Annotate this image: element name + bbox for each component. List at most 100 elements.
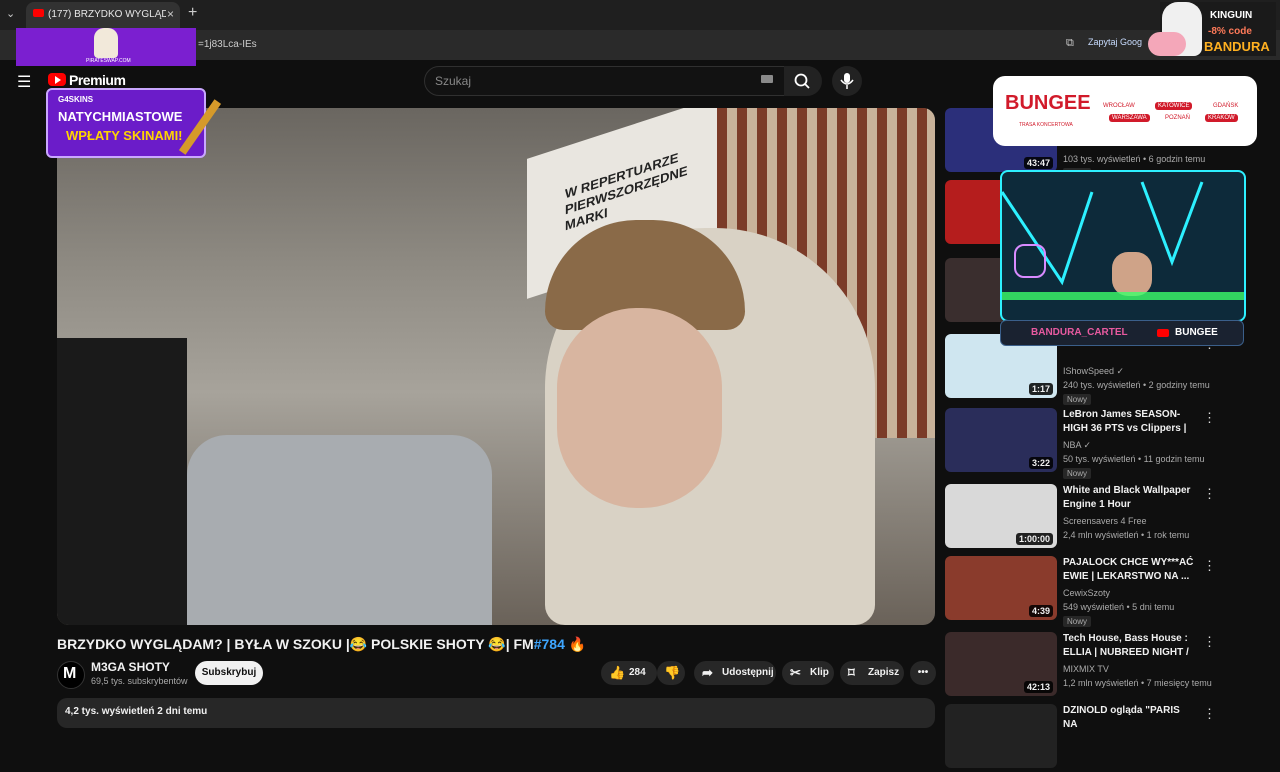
skins-brand: G4SKINS	[58, 95, 94, 104]
youtube-logo-icon[interactable]	[48, 73, 66, 86]
recommendation-meta: 1,2 mln wyświetleń • 7 miesięcy temu	[1063, 678, 1212, 688]
instagram-handle: BANDURA_CARTEL	[1031, 327, 1128, 338]
tab-search-icon[interactable]: ⌄	[6, 7, 15, 20]
recommendation-title[interactable]: White and Black Wallpaper Engine 1 Hour	[1063, 484, 1195, 512]
new-badge: Nowy	[1063, 394, 1092, 405]
ask-google-button[interactable]: Zapytaj Goog	[1088, 37, 1142, 47]
city-label: KRAKÓW	[1205, 114, 1238, 122]
like-count: 284	[629, 667, 646, 678]
browser-tabbar: ⌄ (177) BRZYDKO WYGLĄDAM? | × +	[0, 0, 1280, 30]
thumbs-down-icon: 👎	[664, 665, 681, 680]
recommendation-channel[interactable]: CewixSzoty	[1063, 588, 1110, 598]
recommendation-thumbnail[interactable]: 42:13	[945, 632, 1057, 696]
subscribe-button[interactable]: Subskrybuj	[195, 661, 263, 685]
city-label: WROCŁAW	[1103, 103, 1135, 109]
recommendation-thumbnail[interactable]: 4:39	[945, 556, 1057, 620]
clip-button[interactable]: ✂ Klip	[782, 661, 834, 685]
video-person-face	[557, 308, 722, 508]
scissors-icon: ✂	[790, 665, 801, 680]
pirateswap-overlay: PIRATESWAP.COM	[16, 28, 196, 66]
url-text[interactable]: =1j83Lca-IEs	[198, 39, 257, 50]
recommendation-item[interactable]: 42:13 Tech House, Bass House : ELLIA | NU…	[945, 632, 1216, 700]
channel-name[interactable]: M3GA SHOTY	[91, 660, 170, 674]
more-options-icon[interactable]: ⋮	[1203, 410, 1216, 426]
close-tab-icon[interactable]: ×	[167, 7, 174, 21]
city-label: POZNAŃ	[1165, 115, 1191, 121]
recommendation-title[interactable]: DZINOLD ogląda "PARIS NA	[1063, 704, 1195, 732]
neon-green-bar	[1002, 292, 1244, 300]
bungee-tour-overlay: BUNGEE TRASA KONCERTOWA WROCŁAW KATOWICE…	[993, 76, 1257, 146]
discount-text: -8% code	[1208, 26, 1252, 37]
recommendation-meta: 50 tys. wyświetleń • 11 godzin temu	[1063, 454, 1205, 464]
webcam-overlay	[1000, 170, 1246, 322]
duration-badge: 42:13	[1023, 681, 1053, 693]
recommendation-item[interactable]: 3:22 LeBron James SEASON-HIGH 36 PTS vs C…	[945, 408, 1216, 479]
dislike-button[interactable]: 👎	[657, 661, 685, 685]
search-input[interactable]: Szukaj	[424, 66, 786, 96]
recommendation-thumbnail[interactable]: 3:22	[945, 408, 1057, 472]
youtube-favicon-icon	[33, 9, 44, 17]
duration-badge: 43:47	[1023, 157, 1053, 169]
video-player[interactable]: W REPERTUARZE PIERWSZORZĘDNE MARKI	[57, 108, 935, 625]
recommendation-thumbnail[interactable]: 1:00:00	[945, 484, 1057, 548]
video-perforated-panel	[57, 338, 187, 625]
more-options-icon[interactable]: ⋮	[1203, 486, 1216, 502]
duration-badge: 3:22	[1028, 457, 1053, 469]
more-actions-button[interactable]: •••	[910, 661, 936, 685]
hashtag-link[interactable]: #784	[534, 636, 565, 652]
recommendation-item[interactable]: 4:39 PAJALOCK CHCE WY***AĆ EWIE | LEKARST…	[945, 556, 1216, 627]
recommendation-title[interactable]: LeBron James SEASON-HIGH 36 PTS vs Clipp…	[1063, 408, 1195, 436]
youtube-premium-label[interactable]: Premium	[69, 72, 126, 88]
video-chair	[187, 435, 492, 625]
menu-icon[interactable]: ☰	[17, 72, 31, 92]
more-options-icon[interactable]: ⋮	[1203, 634, 1216, 650]
bungee-subtitle: TRASA KONCERTOWA	[1019, 122, 1073, 128]
kinguin-ad-overlay: KINGUIN -8% code BANDURA	[1148, 2, 1276, 56]
video-title: BRZYDKO WYGLĄDAM? | BYŁA W SZOKU |😂 POLS…	[57, 636, 587, 652]
duration-badge: 4:39	[1028, 605, 1053, 617]
recommendation-title[interactable]: Tech House, Bass House : ELLIA | NUBREED…	[1063, 632, 1195, 660]
bookmark-icon: ⌑	[848, 665, 855, 680]
streamer-face	[1112, 252, 1152, 296]
new-badge: Nowy	[1063, 616, 1092, 627]
city-label: WARSZAWA	[1109, 114, 1150, 122]
search-placeholder: Szukaj	[435, 74, 472, 88]
browser-tab[interactable]: (177) BRZYDKO WYGLĄDAM? | ×	[26, 2, 180, 28]
duration-badge: 1:00:00	[1015, 533, 1053, 545]
discount-code: BANDURA	[1204, 39, 1270, 54]
new-tab-button[interactable]: +	[188, 4, 197, 22]
search-button[interactable]	[784, 66, 822, 96]
recommendation-item[interactable]: 1:00:00 White and Black Wallpaper Engine …	[945, 484, 1216, 552]
save-button[interactable]: ⌑ Zapisz	[840, 661, 904, 685]
recommendation-meta: 103 tys. wyświetleń • 6 godzin temu	[1063, 154, 1206, 164]
more-options-icon[interactable]: ⋮	[1203, 558, 1216, 574]
microphone-icon	[840, 73, 854, 89]
skins-line-1: NATYCHMIASTOWE	[58, 109, 183, 124]
recommendation-channel[interactable]: MIXMIX TV	[1063, 664, 1109, 674]
streamer-logo-icon	[1014, 244, 1046, 278]
new-badge: Nowy	[1063, 468, 1092, 479]
description-box[interactable]: 4,2 tys. wyświetleń 2 dni temu	[57, 698, 935, 728]
recommendation-channel[interactable]: Screensavers 4 Free	[1063, 516, 1147, 526]
views-and-date: 4,2 tys. wyświetleń 2 dni temu	[65, 706, 208, 717]
youtube-small-icon	[1157, 329, 1169, 337]
pig-mascot-icon	[1148, 32, 1186, 56]
recommendation-thumbnail[interactable]	[945, 704, 1057, 768]
channel-avatar[interactable]: M	[57, 661, 85, 689]
recommendation-meta: 240 tys. wyświetleń • 2 godziny temu	[1063, 380, 1210, 390]
thumbs-up-icon: 👍	[609, 665, 626, 680]
share-button[interactable]: ➦ Udostępnij	[694, 661, 776, 685]
social-handles-overlay: BANDURA_CARTEL BUNGEE	[1000, 320, 1244, 346]
voice-search-button[interactable]	[832, 66, 862, 96]
keyboard-icon[interactable]	[761, 75, 773, 83]
mascot-bird-icon	[94, 28, 118, 58]
recommendation-title[interactable]: PAJALOCK CHCE WY***AĆ EWIE | LEKARSTWO N…	[1063, 556, 1195, 584]
recommendation-channel[interactable]: IShowSpeed ✓	[1063, 366, 1124, 377]
search-icon	[794, 73, 810, 89]
recommendation-channel[interactable]: NBA ✓	[1063, 440, 1091, 451]
like-button[interactable]: 👍 284	[601, 661, 657, 685]
duration-badge: 1:17	[1028, 383, 1053, 395]
channel-subscribers: 69,5 tys. subskrybentów	[91, 676, 188, 686]
recommendation-item[interactable]: DZINOLD ogląda "PARIS NA ⋮	[945, 704, 1216, 772]
cast-icon[interactable]: ⧉	[1066, 37, 1074, 50]
